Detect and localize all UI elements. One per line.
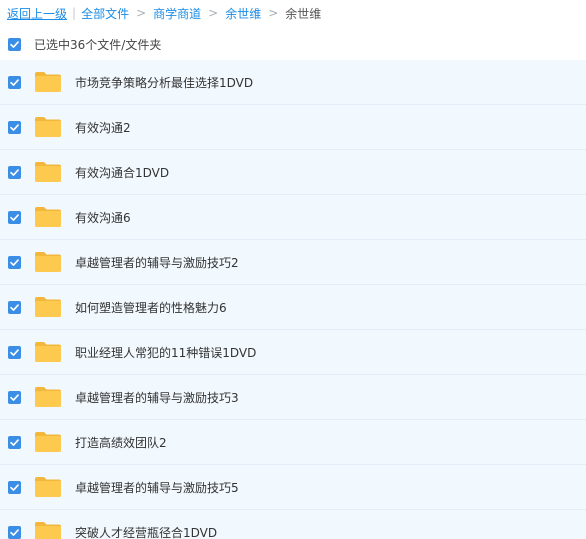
file-row[interactable]: 打造高绩效团队2 — [0, 420, 586, 465]
file-row[interactable]: 有效沟通合1DVD — [0, 150, 586, 195]
folder-icon — [35, 342, 61, 362]
file-name[interactable]: 卓越管理者的辅导与激励技巧3 — [75, 389, 239, 406]
file-checkbox[interactable] — [8, 165, 21, 179]
folder-icon — [35, 387, 61, 407]
file-row[interactable]: 卓越管理者的辅导与激励技巧2 — [0, 240, 586, 285]
folder-icon — [35, 162, 61, 182]
check-icon — [10, 438, 19, 446]
folder-icon — [35, 522, 61, 539]
file-name[interactable]: 突破人才经营瓶径合1DVD — [75, 524, 217, 539]
file-list: 市场竞争策略分析最佳选择1DVD 有效沟通2 有效沟通合1DVD 有效沟通6 卓… — [0, 60, 586, 539]
breadcrumb-item-business[interactable]: 商学商道 — [153, 5, 201, 22]
file-row[interactable]: 卓越管理者的辅导与激励技巧3 — [0, 375, 586, 420]
folder-icon — [35, 72, 61, 92]
folder-icon — [35, 432, 61, 452]
check-icon — [10, 78, 19, 86]
breadcrumb-divider: | — [72, 6, 77, 20]
select-all-checkbox[interactable] — [8, 37, 21, 51]
folder-icon — [35, 207, 61, 227]
file-row[interactable]: 如何塑造管理者的性格魅力6 — [0, 285, 586, 330]
file-checkbox[interactable] — [8, 75, 21, 89]
file-name[interactable]: 卓越管理者的辅导与激励技巧2 — [75, 254, 239, 271]
check-icon — [10, 303, 19, 311]
file-checkbox[interactable] — [8, 345, 21, 359]
file-checkbox[interactable] — [8, 435, 21, 449]
chevron-right-icon: > — [268, 6, 279, 20]
check-icon — [10, 40, 19, 48]
check-icon — [10, 123, 19, 131]
check-icon — [10, 213, 19, 221]
folder-icon — [35, 117, 61, 137]
file-checkbox[interactable] — [8, 480, 21, 494]
folder-icon — [35, 477, 61, 497]
check-icon — [10, 483, 19, 491]
file-row[interactable]: 有效沟通6 — [0, 195, 586, 240]
file-checkbox[interactable] — [8, 255, 21, 269]
check-icon — [10, 348, 19, 356]
file-checkbox[interactable] — [8, 390, 21, 404]
file-name[interactable]: 打造高绩效团队2 — [75, 434, 167, 451]
file-checkbox[interactable] — [8, 210, 21, 224]
selection-bar: 已选中36个文件/文件夹 — [0, 31, 586, 57]
file-checkbox[interactable] — [8, 525, 21, 539]
breadcrumb-item-all-files[interactable]: 全部文件 — [81, 5, 129, 22]
check-icon — [10, 168, 19, 176]
file-row[interactable]: 职业经理人常犯的11种错误1DVD — [0, 330, 586, 375]
folder-icon — [35, 252, 61, 272]
file-row[interactable]: 突破人才经营瓶径合1DVD — [0, 510, 586, 539]
breadcrumb-current: 余世维 — [285, 6, 322, 21]
file-row[interactable]: 市场竞争策略分析最佳选择1DVD — [0, 60, 586, 105]
file-name[interactable]: 如何塑造管理者的性格魅力6 — [75, 299, 227, 316]
check-icon — [10, 393, 19, 401]
breadcrumb: 返回上一级 | 全部文件 > 商学商道 > 余世维 > 余世维 — [0, 0, 586, 26]
folder-icon — [35, 297, 61, 317]
file-row[interactable]: 有效沟通2 — [0, 105, 586, 150]
file-name[interactable]: 市场竞争策略分析最佳选择1DVD — [75, 74, 253, 91]
file-name[interactable]: 卓越管理者的辅导与激励技巧5 — [75, 479, 239, 496]
check-icon — [10, 528, 19, 536]
file-checkbox[interactable] — [8, 300, 21, 314]
back-link[interactable]: 返回上一级 — [7, 5, 67, 22]
file-checkbox[interactable] — [8, 120, 21, 134]
breadcrumb-item-yu-shiwei[interactable]: 余世维 — [225, 5, 261, 22]
file-row[interactable]: 卓越管理者的辅导与激励技巧5 — [0, 465, 586, 510]
chevron-right-icon: > — [208, 6, 219, 20]
check-icon — [10, 258, 19, 266]
file-name[interactable]: 有效沟通2 — [75, 119, 131, 136]
chevron-right-icon: > — [136, 6, 147, 20]
file-name[interactable]: 有效沟通6 — [75, 209, 131, 226]
file-name[interactable]: 职业经理人常犯的11种错误1DVD — [75, 344, 256, 361]
selection-count: 已选中36个文件/文件夹 — [34, 37, 162, 52]
file-name[interactable]: 有效沟通合1DVD — [75, 164, 169, 181]
